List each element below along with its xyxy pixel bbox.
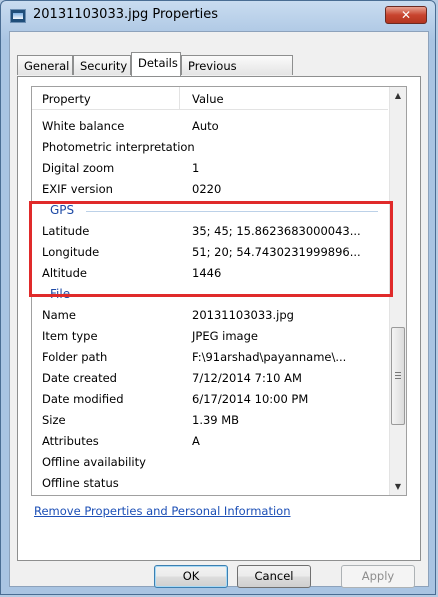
scroll-down-arrow-icon[interactable]: ▼ bbox=[390, 478, 406, 495]
properties-window: 20131103033.jpg Properties ✕ General Sec… bbox=[0, 0, 436, 595]
list-item[interactable]: Folder path F:\91arshad\payanname\... bbox=[32, 348, 388, 367]
list-item[interactable]: Item type JPEG image bbox=[32, 327, 388, 346]
title-bar[interactable]: 20131103033.jpg Properties ✕ bbox=[1, 1, 435, 33]
property-value: 20131103033.jpg bbox=[192, 308, 294, 322]
property-value: A bbox=[192, 434, 200, 448]
property-name: Digital zoom bbox=[42, 161, 115, 175]
property-name: Name bbox=[42, 308, 76, 322]
tab-security[interactable]: Security bbox=[73, 55, 131, 75]
property-name: Photometric interpretation bbox=[42, 140, 195, 154]
property-value: 51; 20; 54.7430231999896... bbox=[192, 245, 361, 259]
column-divider[interactable] bbox=[179, 87, 180, 109]
property-value: Auto bbox=[192, 119, 219, 133]
tab-details[interactable]: Details bbox=[131, 52, 181, 76]
property-value: 1 bbox=[192, 161, 200, 175]
property-name: White balance bbox=[42, 119, 125, 133]
property-name: Longitude bbox=[42, 245, 100, 259]
list-item[interactable]: Offline status bbox=[32, 474, 388, 493]
group-divider bbox=[82, 295, 378, 296]
list-item[interactable]: Attributes A bbox=[32, 432, 388, 451]
property-name: Item type bbox=[42, 329, 98, 343]
list-header: Property Value bbox=[32, 87, 388, 110]
list-item[interactable]: Longitude 51; 20; 54.7430231999896... bbox=[32, 243, 388, 262]
dialog-client: General Security Details Previous Versio… bbox=[9, 31, 429, 588]
property-value: F:\91arshad\payanname\... bbox=[192, 350, 347, 364]
group-divider bbox=[86, 211, 378, 212]
list-item[interactable]: Offline availability bbox=[32, 453, 388, 472]
list-item[interactable]: Latitude 35; 45; 15.8623683000043... bbox=[32, 222, 388, 241]
group-label-gps: GPS bbox=[50, 203, 75, 217]
property-name: Attributes bbox=[42, 434, 99, 448]
ok-button[interactable]: OK bbox=[154, 565, 228, 588]
scroll-up-arrow-icon[interactable]: ▲ bbox=[390, 87, 406, 104]
property-name: EXIF version bbox=[42, 182, 113, 196]
property-name: Date modified bbox=[42, 392, 124, 406]
property-value: 0220 bbox=[192, 182, 222, 196]
column-header-value[interactable]: Value bbox=[192, 92, 224, 106]
remove-properties-link[interactable]: Remove Properties and Personal Informati… bbox=[34, 504, 291, 518]
list-item[interactable]: Name 20131103033.jpg bbox=[32, 306, 388, 325]
property-name: Offline status bbox=[42, 476, 119, 490]
property-value: 1.39 MB bbox=[192, 413, 240, 427]
scrollbar-thumb[interactable] bbox=[391, 327, 405, 425]
list-item[interactable]: Size 1.39 MB bbox=[32, 411, 388, 430]
apply-button[interactable]: Apply bbox=[341, 565, 415, 588]
window-title: 20131103033.jpg Properties bbox=[33, 7, 219, 22]
list-item[interactable]: EXIF version 0220 bbox=[32, 180, 388, 199]
image-file-icon bbox=[10, 9, 26, 23]
property-value: 6/17/2014 10:00 PM bbox=[192, 392, 309, 406]
property-name: Size bbox=[42, 413, 66, 427]
property-name: Date created bbox=[42, 371, 117, 385]
property-name: Offline availability bbox=[42, 455, 146, 469]
list-item[interactable]: Altitude 1446 bbox=[32, 264, 388, 283]
property-value: 1446 bbox=[192, 266, 222, 280]
tab-previous-versions[interactable]: Previous Versions bbox=[181, 55, 293, 93]
property-value: 35; 45; 15.8623683000043... bbox=[192, 224, 361, 238]
property-value: 7/12/2014 7:10 AM bbox=[192, 371, 302, 385]
group-label-file: File bbox=[50, 287, 71, 301]
list-item[interactable]: White balance Auto bbox=[32, 117, 388, 136]
close-button[interactable]: ✕ bbox=[385, 6, 427, 24]
list-item[interactable]: Photometric interpretation bbox=[32, 138, 388, 157]
details-panel: Property Value White balance Auto Photom… bbox=[17, 76, 421, 561]
column-header-property[interactable]: Property bbox=[42, 92, 91, 106]
property-name: Altitude bbox=[42, 266, 87, 280]
property-list[interactable]: Property Value White balance Auto Photom… bbox=[31, 86, 407, 496]
list-item[interactable]: Date created 7/12/2014 7:10 AM bbox=[32, 369, 388, 388]
property-name: Folder path bbox=[42, 350, 108, 364]
group-header-gps[interactable]: GPS bbox=[32, 201, 388, 220]
property-value: JPEG image bbox=[192, 329, 258, 343]
property-name: Latitude bbox=[42, 224, 90, 238]
grip-icon bbox=[395, 372, 401, 379]
vertical-scrollbar[interactable]: ▲ ▼ bbox=[389, 87, 406, 495]
tab-general[interactable]: General bbox=[17, 55, 73, 75]
cancel-button[interactable]: Cancel bbox=[237, 565, 311, 588]
group-header-file[interactable]: File bbox=[32, 285, 388, 304]
list-item[interactable]: Digital zoom 1 bbox=[32, 159, 388, 178]
list-item[interactable]: Date modified 6/17/2014 10:00 PM bbox=[32, 390, 388, 409]
